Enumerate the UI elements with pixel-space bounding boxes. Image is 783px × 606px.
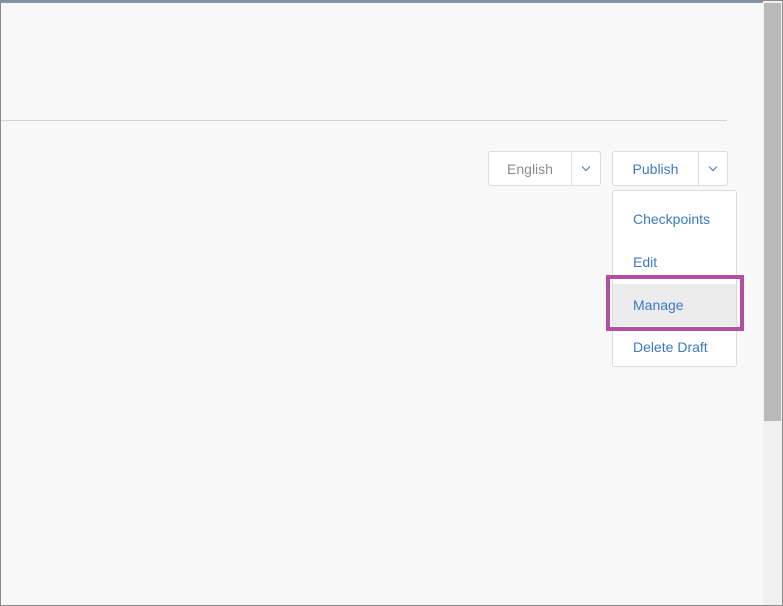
chevron-down-icon [581,162,591,172]
language-selector[interactable]: English [488,151,601,186]
header-divider [1,120,727,121]
menu-item-checkpoints[interactable]: Checkpoints [613,198,736,240]
publish-dropdown-menu: Checkpoints Edit Manage Delete Draft [612,190,737,367]
publish-button[interactable]: Publish [613,152,698,185]
language-dropdown-toggle[interactable] [571,152,600,185]
publish-split-button[interactable]: Publish [612,151,728,186]
scrollbar-thumb[interactable] [764,3,781,421]
menu-item-manage[interactable]: Manage [613,284,736,326]
menu-item-delete-draft[interactable]: Delete Draft [613,326,736,368]
chevron-down-icon [708,162,718,172]
top-accent-bar [1,1,782,3]
publish-dropdown-toggle[interactable] [698,152,727,185]
menu-item-edit[interactable]: Edit [613,241,736,283]
language-selector-value[interactable]: English [489,152,571,185]
app-window: English Publish Checkpoints Edit Manage … [0,0,783,606]
